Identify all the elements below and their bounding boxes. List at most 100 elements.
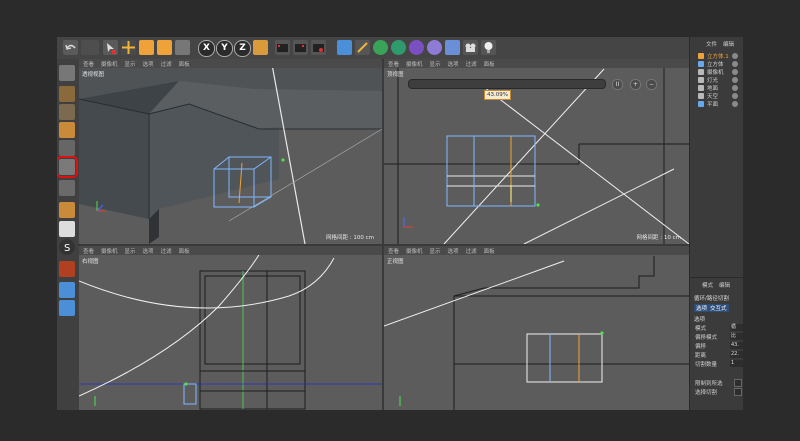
workplane-mode-icon[interactable] xyxy=(59,122,75,138)
perspective-viewport[interactable]: 查看 摄像机 显示 选项 过滤 面板 透视视图 网格间距 : 100 cm xyxy=(79,59,382,244)
subdivision-icon[interactable] xyxy=(373,40,388,55)
right-viewport[interactable]: 查看 摄像机 显示 选项 过滤 面板 右视图 xyxy=(79,246,382,410)
menu-filter[interactable]: 过滤 xyxy=(466,60,477,68)
attribute-value-field[interactable]: 1 xyxy=(730,360,743,367)
visibility-toggle[interactable] xyxy=(732,53,738,59)
pen-spline-icon[interactable] xyxy=(355,40,370,55)
svg-text:S: S xyxy=(64,243,70,254)
attribute-value-field[interactable]: 22. xyxy=(730,351,743,358)
viewport-title: 顶视图 xyxy=(387,72,404,78)
menu-display[interactable]: 显示 xyxy=(430,60,441,68)
environment-icon[interactable] xyxy=(427,40,442,55)
menu-mode[interactable]: 模式 xyxy=(702,281,713,289)
light-bulb-icon[interactable] xyxy=(481,40,496,55)
attribute-label: 模式 xyxy=(695,326,707,332)
option-checkbox[interactable] xyxy=(734,379,742,387)
magnet-icon[interactable] xyxy=(59,261,75,277)
menu-filter[interactable]: 过滤 xyxy=(161,60,172,68)
menu-view[interactable]: 查看 xyxy=(388,247,399,255)
points-mode-icon[interactable] xyxy=(59,140,75,156)
axis-z-button[interactable]: Z xyxy=(234,40,251,57)
tweak-mode-icon[interactable] xyxy=(59,221,75,237)
front-viewport[interactable]: 查看 摄像机 显示 选项 过滤 面板 正视图 xyxy=(384,246,689,410)
polygons-mode-icon[interactable] xyxy=(59,180,75,196)
menu-display[interactable]: 显示 xyxy=(125,247,136,255)
menu-display[interactable]: 显示 xyxy=(125,60,136,68)
menu-options[interactable]: 选项 xyxy=(448,247,459,255)
visibility-toggle[interactable] xyxy=(732,77,738,83)
object-row[interactable]: 灯光 xyxy=(698,76,738,84)
object-row[interactable]: 立方体 xyxy=(698,60,738,68)
pause-button[interactable]: II xyxy=(612,79,623,90)
visibility-toggle[interactable] xyxy=(732,101,738,107)
axis-y-button[interactable]: Y xyxy=(216,40,233,57)
menu-edit[interactable]: 编辑 xyxy=(723,40,734,48)
scale-icon[interactable] xyxy=(139,40,154,55)
cube-primitive-icon[interactable] xyxy=(337,40,352,55)
deformer-icon[interactable] xyxy=(409,40,424,55)
render-picture-viewer-icon[interactable] xyxy=(293,40,308,55)
menu-camera[interactable]: 摄像机 xyxy=(101,247,118,255)
menu-display[interactable]: 显示 xyxy=(430,247,441,255)
visibility-toggle[interactable] xyxy=(732,93,738,99)
rotate-icon[interactable] xyxy=(157,40,172,55)
array-generator-icon[interactable] xyxy=(391,40,406,55)
object-type-icon xyxy=(698,53,704,59)
menu-filter[interactable]: 过滤 xyxy=(466,247,477,255)
enable-axis-icon[interactable] xyxy=(59,202,75,218)
select-arrow-icon[interactable] xyxy=(103,40,118,55)
workplane-icon[interactable] xyxy=(59,282,75,298)
make-editable-icon[interactable] xyxy=(59,65,75,81)
object-row[interactable]: 摄像机 xyxy=(698,68,738,76)
edges-mode-icon[interactable] xyxy=(57,156,78,178)
floor-icon[interactable] xyxy=(445,40,460,55)
attribute-value-field[interactable]: 43. xyxy=(730,342,743,349)
object-row[interactable]: 天空 xyxy=(698,92,738,100)
menu-view[interactable]: 查看 xyxy=(83,247,94,255)
menu-options[interactable]: 选项 xyxy=(143,247,154,255)
menu-edit[interactable]: 编辑 xyxy=(719,281,730,289)
menu-view[interactable]: 查看 xyxy=(388,60,399,68)
menu-file[interactable]: 文件 xyxy=(706,40,717,48)
camera-icon[interactable] xyxy=(463,40,478,55)
tab-options[interactable]: 选项 xyxy=(694,304,710,312)
render-settings-icon[interactable] xyxy=(311,40,326,55)
menu-camera[interactable]: 摄像机 xyxy=(406,247,423,255)
menu-camera[interactable]: 摄像机 xyxy=(101,60,118,68)
menu-options[interactable]: 选项 xyxy=(143,60,154,68)
visibility-toggle[interactable] xyxy=(732,69,738,75)
axis-x-button[interactable]: X xyxy=(198,40,215,57)
menu-panel[interactable]: 面板 xyxy=(179,60,190,68)
grid-spacing-label: 网格间距 : 100 cm xyxy=(326,235,374,241)
menu-panel[interactable]: 面板 xyxy=(179,247,190,255)
minus-button[interactable]: − xyxy=(646,79,657,90)
menu-camera[interactable]: 摄像机 xyxy=(406,60,423,68)
object-row[interactable]: 立方体.1 xyxy=(698,52,738,60)
model-mode-icon[interactable] xyxy=(59,86,75,102)
undo-icon[interactable] xyxy=(63,40,78,55)
visibility-toggle[interactable] xyxy=(732,85,738,91)
coordinate-system-icon[interactable] xyxy=(253,40,268,55)
loop-cut-offset-slider[interactable] xyxy=(408,79,606,89)
top-viewport[interactable]: 查看 摄像机 显示 选项 过滤 面板 顶视图 43.09% II + − 网格间… xyxy=(384,59,689,244)
locked-workplane-icon[interactable] xyxy=(59,300,75,316)
render-view-icon[interactable] xyxy=(275,40,290,55)
plus-button[interactable]: + xyxy=(630,79,641,90)
menu-view[interactable]: 查看 xyxy=(83,60,94,68)
redo-icon[interactable] xyxy=(81,40,99,55)
menu-filter[interactable]: 过滤 xyxy=(161,247,172,255)
attribute-value-field[interactable]: 循 xyxy=(730,324,743,331)
tab-interactive[interactable]: 交互式 xyxy=(708,304,729,312)
visibility-toggle[interactable] xyxy=(732,61,738,67)
menu-options[interactable]: 选项 xyxy=(448,60,459,68)
menu-panel[interactable]: 面板 xyxy=(484,60,495,68)
option-checkbox[interactable] xyxy=(734,388,742,396)
attribute-value-field[interactable]: 比 xyxy=(730,333,743,340)
texture-mode-icon[interactable] xyxy=(59,104,75,120)
snapping-icon[interactable]: S xyxy=(59,239,75,255)
object-cube-icon[interactable] xyxy=(175,40,190,55)
object-row[interactable]: 平面 xyxy=(698,100,738,108)
move-icon[interactable] xyxy=(121,40,136,55)
object-row[interactable]: 地面 xyxy=(698,84,738,92)
menu-panel[interactable]: 面板 xyxy=(484,247,495,255)
